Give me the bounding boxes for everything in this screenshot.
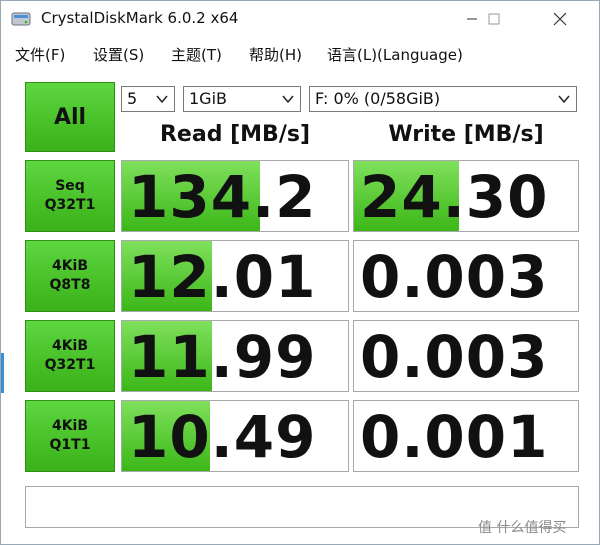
watermark: 值 什么值得买 <box>478 520 567 536</box>
test-label-line2: Q8T8 <box>49 277 91 293</box>
test-label-line2: Q32T1 <box>44 197 96 213</box>
read-result-value: 134.2 <box>128 163 317 231</box>
write-result-cell: 0.003 <box>353 320 579 392</box>
read-result-value: 11.99 <box>128 323 317 391</box>
test-count-select[interactable]: 5 <box>121 86 175 112</box>
menu-file[interactable]: 文件(F) <box>15 44 65 65</box>
test-label-line1: 4KiB <box>51 418 89 434</box>
read-result-value: 10.49 <box>128 403 317 471</box>
test-size-value: 1GiB <box>189 89 227 108</box>
write-result-cell: 0.003 <box>353 240 579 312</box>
chevron-down-icon <box>282 95 294 104</box>
menu-help[interactable]: 帮助(H) <box>249 44 302 65</box>
read-result-cell: 10.49 <box>121 400 349 472</box>
drive-select[interactable]: F: 0% (0/58GiB) <box>309 86 577 112</box>
close-button[interactable] <box>537 1 583 37</box>
read-result-cell: 134.2 <box>121 160 349 232</box>
write-result-cell: 24.30 <box>353 160 579 232</box>
drive-value: F: 0% (0/58GiB) <box>315 89 441 108</box>
maximize-button[interactable] <box>471 1 517 37</box>
test-button-4kib-q8t8[interactable]: 4KiB Q8T8 <box>25 240 115 312</box>
close-icon <box>553 12 567 26</box>
menu-settings[interactable]: 设置(S) <box>93 44 144 65</box>
test-label-line1: 4KiB <box>51 338 89 354</box>
write-result-value: 24.30 <box>360 163 549 231</box>
menu-bar: 文件(F) 设置(S) 主题(T) 帮助(H) 语言(L)(Language) <box>1 38 599 68</box>
test-label-line1: 4KiB <box>51 258 89 274</box>
test-button-4kib-q32t1[interactable]: 4KiB Q32T1 <box>25 320 115 392</box>
test-button-seq-q32t1[interactable]: Seq Q32T1 <box>25 160 115 232</box>
test-label-line2: Q32T1 <box>44 357 96 373</box>
test-count-value: 5 <box>127 89 138 108</box>
write-result-value: 0.001 <box>360 403 549 471</box>
write-column-header: Write [MB/s] <box>388 122 544 147</box>
test-size-select[interactable]: 1GiB <box>183 86 301 112</box>
window-edge-accent <box>1 353 4 393</box>
window-title: CrystalDiskMark 6.0.2 x64 <box>41 9 239 27</box>
read-result-value: 12.01 <box>128 243 317 311</box>
menu-language[interactable]: 语言(L)(Language) <box>327 44 463 65</box>
test-label-line2: Q1T1 <box>49 437 91 453</box>
disk-app-icon <box>11 12 31 26</box>
benchmark-panel: All 5 1GiB F: 0% (0/58GiB) Read [MB/s] W… <box>11 74 587 536</box>
read-result-cell: 12.01 <box>121 240 349 312</box>
write-result-value: 0.003 <box>360 323 549 391</box>
title-bar[interactable]: CrystalDiskMark 6.0.2 x64 <box>1 1 599 37</box>
write-result-cell: 0.001 <box>353 400 579 472</box>
chevron-down-icon <box>156 95 168 104</box>
test-label-line1: Seq <box>55 178 85 194</box>
write-result-value: 0.003 <box>360 243 549 311</box>
read-column-header: Read [MB/s] <box>159 122 310 147</box>
chevron-down-icon <box>558 95 570 104</box>
menu-theme[interactable]: 主题(T) <box>171 44 222 65</box>
test-button-4kib-q1t1[interactable]: 4KiB Q1T1 <box>25 400 115 472</box>
all-button[interactable]: All <box>25 82 115 152</box>
app-window: CrystalDiskMark 6.0.2 x64 文件(F) 设置(S) 主题… <box>0 0 600 545</box>
maximize-icon <box>488 13 500 25</box>
read-result-cell: 11.99 <box>121 320 349 392</box>
